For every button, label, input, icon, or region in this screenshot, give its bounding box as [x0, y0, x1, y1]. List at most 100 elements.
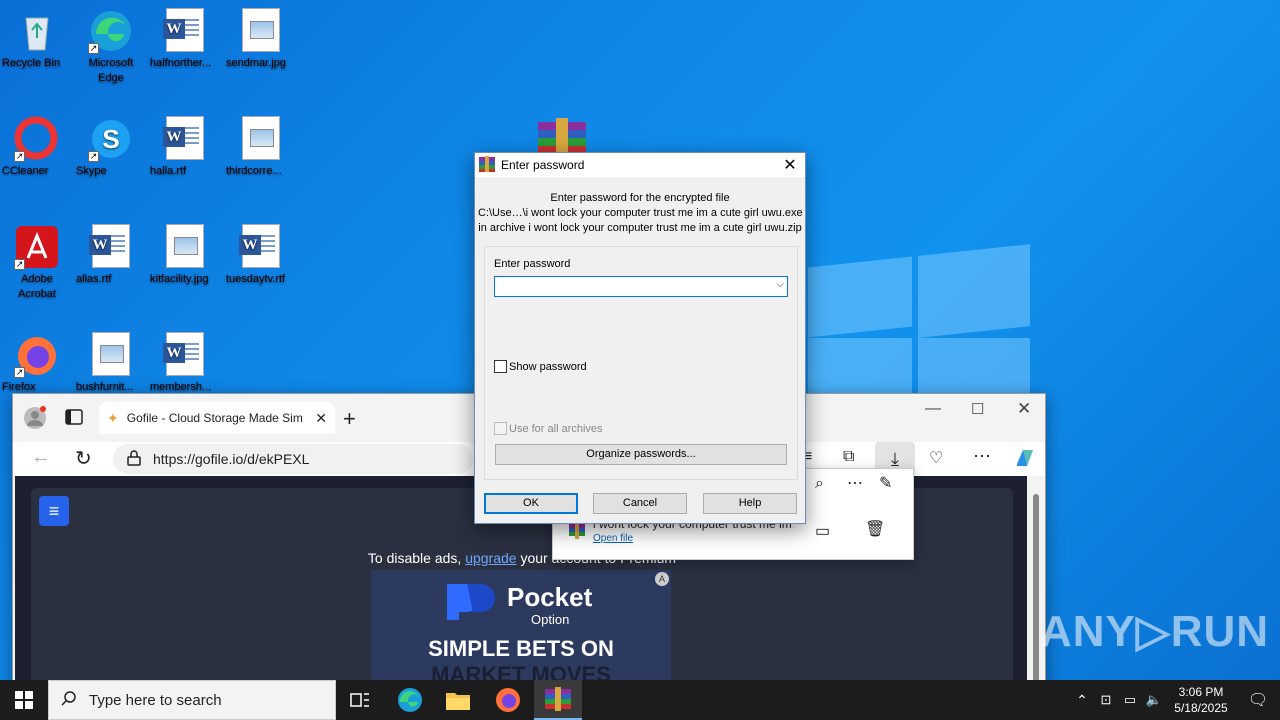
minimize-icon[interactable]: — — [925, 400, 941, 418]
winrar-archive-icon[interactable] — [538, 118, 586, 154]
word-document-icon: W — [239, 224, 280, 268]
lock-icon — [127, 449, 141, 469]
password-combobox[interactable]: ⌵ — [494, 276, 788, 297]
close-window-icon[interactable]: ✕ — [1017, 399, 1031, 419]
shortcut-arrow-icon: ↗ — [88, 151, 99, 162]
enter-password-dialog: Enter password ✕ Enter password for the … — [474, 152, 806, 524]
word-document-icon: W — [163, 332, 204, 376]
desktop-icon-allas[interactable]: W allas.rtf — [74, 224, 148, 285]
desktop-icon-membersh[interactable]: W membersh... — [148, 332, 222, 393]
more-menu-icon[interactable]: ⋯ — [973, 446, 991, 467]
desktop-icon-bushfurnit[interactable]: bushfurnit... — [74, 332, 148, 393]
notifications-icon[interactable]: 🗨 — [1236, 690, 1280, 710]
windows-start-icon — [15, 691, 33, 709]
address-bar[interactable]: https://gofile.io/d/ekPEXL — [113, 444, 473, 474]
chevron-up-icon[interactable]: ⌃ — [1070, 692, 1094, 709]
svg-text:S: S — [102, 124, 119, 154]
device-icon[interactable]: ⊡ — [1094, 692, 1118, 708]
search-icon — [61, 690, 77, 710]
word-document-icon: W — [163, 116, 204, 160]
collections-icon[interactable]: ⧉ — [843, 448, 854, 466]
windows-wallpaper-logo — [808, 240, 1030, 394]
close-tab-icon[interactable]: ✕ — [315, 410, 327, 427]
shortcut-arrow-icon: ↗ — [14, 151, 25, 162]
password-group: Enter password ⌵ Show password Use for a… — [484, 246, 798, 480]
image-file-icon — [92, 332, 130, 376]
desktop-icon-firefox[interactable]: ↗ Firefox — [0, 332, 74, 393]
winrar-file-icon — [569, 523, 585, 542]
organize-passwords-button[interactable]: Organize passwords... — [495, 444, 787, 465]
tab-actions-icon[interactable] — [65, 408, 83, 429]
show-in-folder-icon[interactable]: ▭ — [815, 521, 830, 541]
show-password-checkbox[interactable]: Show password — [494, 360, 587, 373]
tab-gofile[interactable]: ✦ Gofile - Cloud Storage Made Sim ✕ — [99, 402, 335, 434]
help-button[interactable]: Help — [703, 493, 797, 514]
desktop-icon-halla[interactable]: W halla.rtf — [148, 116, 222, 177]
desktop-icon-ccleaner[interactable]: ↗ CCleaner — [0, 116, 74, 177]
image-file-icon — [242, 8, 280, 52]
desktop-icon-recycle-bin[interactable]: Recycle Bin — [0, 8, 74, 69]
desktop-icon-thirdcorre[interactable]: thirdcorre... — [224, 116, 298, 177]
password-input[interactable] — [495, 277, 765, 296]
taskbar-winrar-icon[interactable] — [534, 680, 582, 720]
dialog-info: Enter password for the encrypted file C:… — [478, 192, 803, 234]
taskbar-firefox-icon[interactable] — [484, 680, 532, 720]
ok-button[interactable]: OK — [484, 493, 578, 514]
refresh-icon[interactable]: ↻ — [75, 446, 92, 471]
acrobat-icon: ↗ — [14, 224, 60, 270]
cancel-button[interactable]: Cancel — [593, 493, 687, 514]
new-tab-icon[interactable]: + — [343, 406, 356, 432]
skype-icon: S ↗ — [88, 116, 134, 162]
task-view-icon[interactable] — [336, 680, 384, 720]
dialog-title: Enter password — [501, 158, 585, 172]
back-icon[interactable]: ← — [31, 446, 51, 469]
taskbar-edge-icon[interactable] — [386, 680, 434, 720]
delete-icon[interactable]: 🗑 — [865, 519, 885, 539]
upgrade-link[interactable]: upgrade — [465, 550, 516, 566]
more-options-icon[interactable]: ⋯ — [847, 473, 863, 493]
shortcut-arrow-icon: ↗ — [14, 367, 25, 378]
desktop-icon-sendmar[interactable]: sendmar.jpg — [224, 8, 298, 69]
taskbar-search[interactable]: Type here to search — [48, 680, 336, 720]
gofile-favicon-icon: ✦ — [107, 409, 119, 426]
system-tray: ⌃ ⊡ ▭ 🔈 3:06 PM 5/18/2025 🗨 — [1070, 680, 1280, 720]
desktop-icon-kitfacility[interactable]: kitfacility.jpg — [148, 224, 222, 285]
maximize-icon[interactable]: ☐ — [971, 400, 984, 418]
desktop-icon-halfnorther[interactable]: W halfnorther... — [148, 8, 222, 69]
pocket-option-ad[interactable]: A Pocket Option SIMPLE BETS ON MARKET MO… — [371, 570, 671, 682]
firefox-icon: ↗ — [14, 332, 60, 378]
copilot-icon[interactable] — [1013, 446, 1037, 473]
pin-icon[interactable]: ✎ — [879, 473, 892, 493]
close-dialog-icon[interactable]: ✕ — [775, 155, 805, 175]
shortcut-arrow-icon: ↗ — [88, 43, 99, 54]
clock[interactable]: 3:06 PM 5/18/2025 — [1166, 684, 1236, 716]
desktop-icon-adobe-acrobat[interactable]: ↗ Adobe Acrobat — [0, 224, 74, 300]
word-document-icon: W — [89, 224, 130, 268]
taskbar-file-explorer-icon[interactable] — [434, 680, 482, 720]
password-label: Enter password — [494, 258, 571, 270]
anyrun-watermark: ANY▷RUN — [1040, 607, 1270, 656]
use-for-all-archives-checkbox: Use for all archives — [494, 422, 603, 435]
desktop-icon-edge[interactable]: ↗ Microsoft Edge — [74, 8, 148, 84]
word-document-icon: W — [163, 8, 204, 52]
taskbar: Type here to search ⌃ ⊡ ▭ 🔈 3:06 PM 5/18… — [0, 680, 1280, 720]
page-scrollbar[interactable] — [1029, 476, 1043, 694]
dialog-titlebar: Enter password ✕ — [475, 153, 805, 177]
search-downloads-icon[interactable]: ⌕ — [815, 475, 824, 493]
start-button[interactable] — [0, 680, 48, 720]
ccleaner-icon: ↗ — [14, 116, 60, 162]
hamburger-menu-button[interactable]: ≡ — [39, 496, 69, 526]
volume-icon[interactable]: 🔈 — [1142, 692, 1166, 708]
browser-essentials-icon[interactable]: ♡ — [929, 448, 943, 468]
profile-avatar-icon[interactable] — [23, 406, 47, 433]
chevron-down-icon[interactable]: ⌵ — [776, 279, 784, 290]
edge-icon: ↗ — [88, 8, 134, 54]
desktop-icon-skype[interactable]: S ↗ Skype — [74, 116, 148, 177]
open-file-link[interactable]: Open file — [593, 533, 633, 544]
shortcut-arrow-icon: ↗ — [14, 259, 25, 270]
recycle-bin-icon — [14, 8, 60, 54]
image-file-icon — [242, 116, 280, 160]
ad-choices-icon[interactable]: A — [655, 572, 669, 586]
desktop-icon-tuesdaytv[interactable]: W tuesdaytv.rtf — [224, 224, 298, 285]
network-icon[interactable]: ▭ — [1118, 692, 1142, 708]
